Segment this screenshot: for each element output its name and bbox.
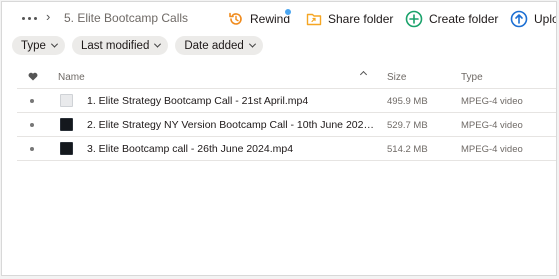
breadcrumb-chevron-icon: › (46, 9, 51, 24)
table-row[interactable]: 2. Elite Strategy NY Version Bootcamp Ca… (17, 114, 556, 137)
column-header-size[interactable]: Size (387, 72, 406, 83)
table-row[interactable]: 1. Elite Strategy Bootcamp Call - 21st A… (17, 90, 556, 113)
top-bar: › 5. Elite Bootcamp Calls Rewind Share f… (2, 2, 556, 36)
chevron-down-icon (154, 40, 162, 48)
file-name[interactable]: 3. Elite Bootcamp call - 26th June 2024.… (87, 143, 375, 155)
upload-label: Uplo (534, 12, 557, 26)
video-thumbnail-icon (60, 118, 73, 131)
filter-type-label: Type (21, 39, 46, 52)
file-type: MPEG-4 video (461, 120, 523, 131)
chevron-down-icon (248, 40, 256, 48)
table-header: Name Size Type (17, 66, 556, 89)
breadcrumb-current-folder[interactable]: 5. Elite Bootcamp Calls (64, 11, 188, 25)
create-folder-button[interactable]: Create folder (405, 8, 498, 30)
heart-icon[interactable] (28, 72, 38, 81)
filter-last-modified-label: Last modified (80, 39, 150, 52)
rewind-icon (229, 12, 242, 25)
share-folder-label: Share folder (328, 12, 394, 26)
file-size: 495.9 MB (387, 96, 428, 107)
table-row[interactable]: 3. Elite Bootcamp call - 26th June 2024.… (17, 138, 556, 161)
video-thumbnail-icon (60, 94, 73, 107)
column-header-type[interactable]: Type (461, 72, 483, 83)
star-dot-icon[interactable] (30, 99, 34, 103)
upload-icon (510, 10, 528, 28)
upload-button[interactable]: Uplo (510, 8, 557, 30)
create-folder-label: Create folder (429, 12, 499, 26)
rewind-button[interactable]: Rewind (228, 8, 290, 30)
star-dot-icon[interactable] (30, 123, 34, 127)
file-name[interactable]: 2. Elite Strategy NY Version Bootcamp Ca… (87, 119, 375, 131)
file-type: MPEG-4 video (461, 96, 523, 107)
file-type: MPEG-4 video (461, 144, 523, 155)
star-dot-icon[interactable] (30, 147, 34, 151)
file-size: 514.2 MB (387, 144, 428, 155)
notification-dot (284, 8, 292, 16)
filter-date-added-label: Date added (184, 39, 244, 52)
file-name[interactable]: 1. Elite Strategy Bootcamp Call - 21st A… (87, 95, 375, 107)
add-circle-icon (405, 10, 423, 28)
filter-type[interactable]: Type (12, 36, 65, 55)
more-options-icon[interactable] (22, 17, 38, 21)
file-browser: › 5. Elite Bootcamp Calls Rewind Share f… (1, 1, 557, 276)
sort-ascending-icon[interactable] (359, 70, 368, 79)
filter-last-modified[interactable]: Last modified (71, 36, 169, 55)
filter-bar: Type Last modified Date added (12, 36, 270, 56)
file-size: 529.7 MB (387, 120, 428, 131)
filter-date-added[interactable]: Date added (175, 36, 263, 55)
column-header-name[interactable]: Name (58, 72, 85, 83)
share-folder-icon (306, 13, 322, 26)
chevron-down-icon (50, 40, 58, 48)
video-thumbnail-icon (60, 142, 73, 155)
share-folder-button[interactable]: Share folder (306, 8, 393, 30)
